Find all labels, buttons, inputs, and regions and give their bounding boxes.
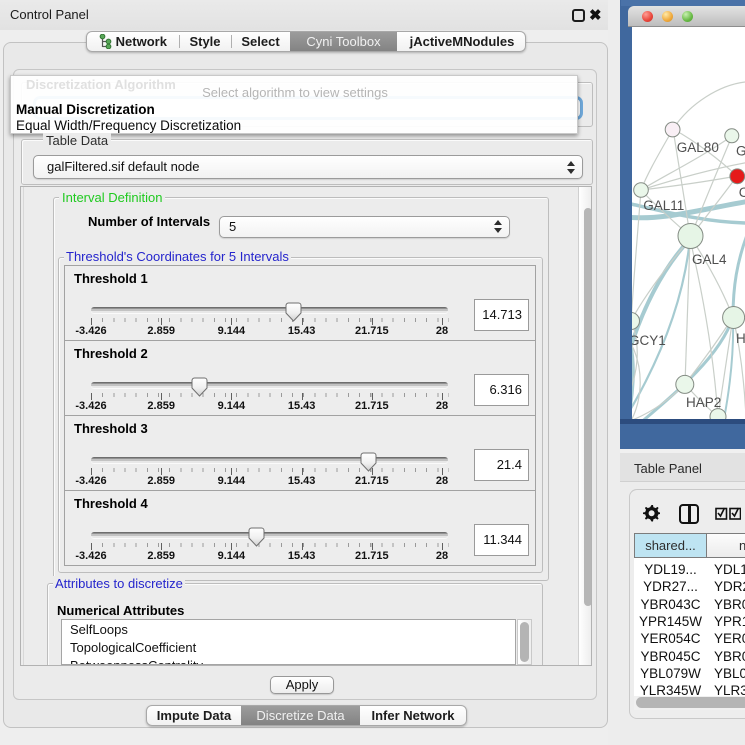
svg-text:CYC1: CYC1 <box>739 185 745 200</box>
svg-text:GCY1: GCY1 <box>632 333 666 348</box>
svg-text:GAL4: GAL4 <box>692 252 727 267</box>
svg-text:GAL2: GAL2 <box>736 144 745 159</box>
svg-text:GAL80: GAL80 <box>677 140 719 155</box>
svg-text:GAL11: GAL11 <box>643 198 684 213</box>
svg-text:HAP2: HAP2 <box>686 395 721 410</box>
svg-text:HIS4: HIS4 <box>736 331 745 346</box>
